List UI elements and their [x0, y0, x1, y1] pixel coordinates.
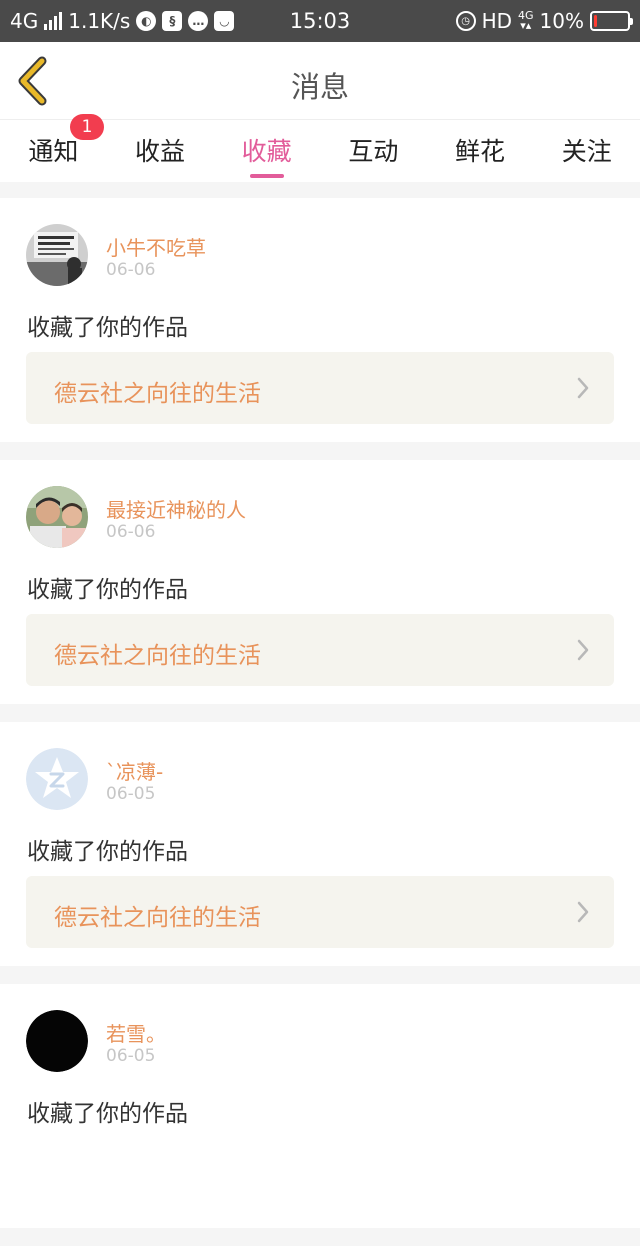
- chat-icon: …: [188, 11, 209, 31]
- tab-notifications[interactable]: 通知 1: [0, 114, 107, 182]
- hd-indicator: HD: [481, 9, 513, 33]
- message-card: ˋ凉薄- 06-05 收藏了你的作品 德云社之向往的生活: [0, 722, 640, 966]
- message-text: 收藏了你的作品: [27, 1101, 188, 1127]
- alarm-icon: ◷: [455, 11, 476, 31]
- network-speed: 1.1K/s: [68, 9, 131, 33]
- tab-label: 收藏: [241, 137, 292, 166]
- header: 消息: [0, 42, 640, 120]
- tab-label: 互动: [348, 137, 399, 166]
- message-date: 06-05: [106, 1046, 156, 1066]
- tab-interactions[interactable]: 互动: [320, 120, 427, 182]
- active-tab-indicator: [249, 174, 284, 178]
- browser-icon: ◐: [136, 11, 157, 31]
- message-text: 收藏了你的作品: [27, 839, 188, 865]
- message-card: 若雪。 06-05 收藏了你的作品: [0, 984, 640, 1228]
- avatar[interactable]: [26, 748, 88, 810]
- notification-badge: 1: [70, 114, 104, 140]
- username[interactable]: 若雪。: [106, 1018, 166, 1047]
- username[interactable]: 小牛不吃草: [106, 232, 206, 261]
- avatar[interactable]: [26, 224, 88, 286]
- battery-icon: [590, 11, 633, 31]
- message-date: 06-06: [106, 260, 156, 280]
- work-title: 德云社之向往的生活: [54, 643, 261, 669]
- work-link[interactable]: 德云社之向往的生活: [26, 614, 614, 686]
- message-date: 06-06: [106, 522, 156, 542]
- avatar[interactable]: [26, 1010, 88, 1072]
- message-date: 06-05: [106, 784, 156, 804]
- tab-earnings[interactable]: 收益: [107, 120, 214, 182]
- status-bar: 4G 1.1K/s ◐ § … ◡ 15:03 ◷ HD 4G ▾▴ 10%: [0, 0, 640, 42]
- chevron-right-icon: [577, 901, 589, 923]
- message-text: 收藏了你的作品: [27, 315, 188, 341]
- chevron-right-icon: [577, 377, 589, 399]
- network-type: 4G: [10, 9, 39, 33]
- username[interactable]: ˋ凉薄-: [106, 756, 163, 785]
- message-text: 收藏了你的作品: [27, 577, 188, 603]
- tab-bar: 通知 1 收益 收藏 互动 鲜花 关注: [0, 114, 640, 182]
- tab-label: 关注: [561, 137, 612, 166]
- message-card: 最接近神秘的人 06-06 收藏了你的作品 德云社之向往的生活: [0, 460, 640, 704]
- tab-label: 通知: [28, 137, 79, 166]
- message-card: 小牛不吃草 06-06 收藏了你的作品 德云社之向往的生活: [0, 198, 640, 442]
- mail-icon: ◡: [214, 11, 235, 31]
- tab-label: 收益: [135, 137, 186, 166]
- message-list: 小牛不吃草 06-06 收藏了你的作品 德云社之向往的生活 最接近神秘的人 06…: [0, 198, 640, 1246]
- tab-favorites[interactable]: 收藏: [213, 120, 320, 182]
- signal-icon: [44, 12, 63, 30]
- tab-follows[interactable]: 关注: [533, 120, 640, 182]
- tab-flowers[interactable]: 鲜花: [427, 120, 534, 182]
- tab-label: 鲜花: [455, 137, 506, 166]
- work-link[interactable]: 德云社之向往的生活: [26, 876, 614, 948]
- app-icon: §: [162, 11, 183, 31]
- battery-percent: 10%: [539, 9, 584, 33]
- avatar[interactable]: [26, 486, 88, 548]
- work-title: 德云社之向往的生活: [54, 905, 261, 931]
- work-link[interactable]: 德云社之向往的生活: [26, 352, 614, 424]
- work-title: 德云社之向往的生活: [54, 381, 261, 407]
- chevron-right-icon: [577, 639, 589, 661]
- data-indicator: 4G ▾▴: [518, 9, 534, 32]
- username[interactable]: 最接近神秘的人: [106, 494, 246, 523]
- page-title: 消息: [290, 70, 349, 104]
